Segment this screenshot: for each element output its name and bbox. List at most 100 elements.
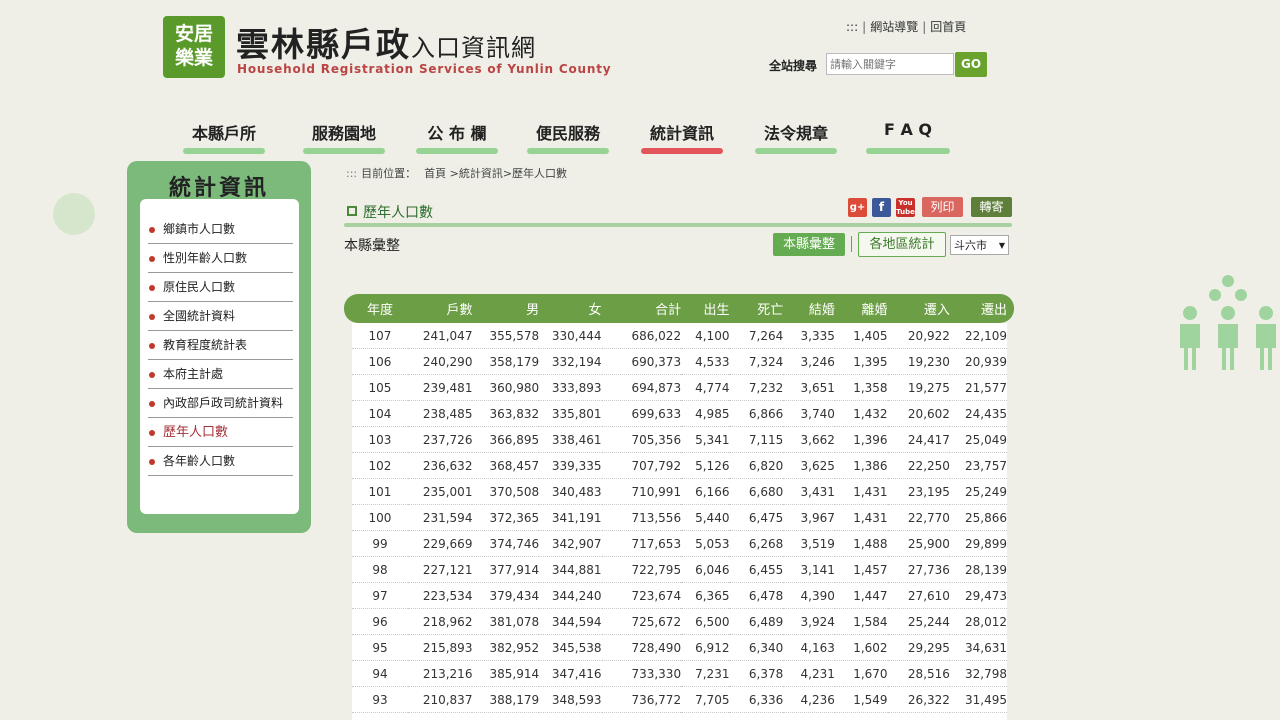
nav-label: 便民服務 (535, 124, 600, 143)
cell-year: 105 (352, 374, 408, 401)
cell-households: 239,481 (407, 374, 473, 401)
cell-births: 4,100 (681, 323, 730, 349)
cell-marriages: 3,662 (783, 426, 835, 453)
nav-label: 法令規章 (763, 124, 828, 143)
home-link[interactable]: 回首頁 (930, 20, 966, 34)
nav-underline (416, 148, 498, 154)
nav-item-statistics[interactable]: 統計資訊 (641, 120, 723, 156)
cell-births: 6,166 (681, 478, 730, 505)
cell-year: 102 (352, 452, 408, 479)
square-bullet-icon (347, 206, 357, 216)
site-title[interactable]: 雲林縣戶政入口資訊網 (236, 18, 536, 66)
cell-deaths: 6,336 (729, 686, 784, 713)
cell-move-in: 29,295 (887, 634, 950, 661)
nav-item-services[interactable]: 服務園地 (303, 120, 385, 156)
sidebar-item-gender-age[interactable]: 性別年齡人口數 (148, 244, 293, 273)
nav-label: 統計資訊 (649, 124, 714, 143)
tab-region-stats[interactable]: 各地區統計 (858, 232, 946, 257)
search-input[interactable] (826, 53, 954, 75)
site-logo-badge[interactable]: 安居 樂業 (163, 16, 225, 78)
tab-county-summary[interactable]: 本縣彙整 (773, 233, 845, 256)
cell-female: 348,593 (539, 686, 602, 713)
col-header-deaths: 死亡 (757, 303, 784, 318)
cell-male: 379,434 (472, 582, 540, 609)
cell-households: 215,893 (407, 634, 473, 661)
nav-label: 服務園地 (311, 124, 376, 143)
nav-underline (303, 148, 385, 154)
youtube-icon[interactable]: You Tube (896, 198, 915, 217)
google-plus-icon[interactable]: g+ (848, 198, 867, 217)
cell-births: 6,500 (681, 608, 730, 635)
nav-item-offices[interactable]: 本縣戶所 (183, 120, 265, 156)
cell-move-out: 25,866 (949, 504, 1007, 531)
decorative-circle (53, 193, 95, 235)
cell-divorces: 1,396 (834, 426, 888, 453)
cell-deaths: 6,475 (729, 504, 784, 531)
cell-households: 227,121 (407, 556, 473, 583)
cell-year: 99 (352, 530, 408, 557)
cell-male: 368,457 (472, 452, 540, 479)
sidebar-item-age-population[interactable]: 各年齡人口數 (148, 447, 293, 476)
cell-total: 723,674 (601, 582, 682, 609)
sidebar-item-indigenous[interactable]: 原住民人口數 (148, 273, 293, 302)
nav-item-convenience[interactable]: 便民服務 (527, 120, 609, 156)
table-header-row: 年度 戶數 男 女 合計 出生 死亡 結婚 離婚 遷入 遷出 (352, 294, 1007, 323)
table-row: 93 210,837 388,179 348,593 736,772 7,705 6,336… (352, 686, 1007, 713)
col-header-total: 合計 (655, 303, 682, 318)
cell-divorces: 1,457 (834, 556, 888, 583)
cell-households: 236,632 (407, 452, 473, 479)
sidebar-item-accounting[interactable]: 本府主計處 (148, 360, 293, 389)
cell-deaths: 6,866 (729, 400, 784, 427)
cell-move-out: 29,473 (949, 582, 1007, 609)
cell-births: 5,126 (681, 452, 730, 479)
col-header-move-out: 遷出 (980, 303, 1007, 318)
site-title-main: 雲林縣戶政 (236, 25, 411, 64)
cell-deaths: 7,264 (729, 323, 784, 349)
region-select[interactable]: 斗六市 ▼ (950, 235, 1009, 255)
table-row: 100 231,594 372,365 341,191 713,556 5,440 6,47… (352, 504, 1007, 531)
print-button[interactable]: 列印 (922, 197, 963, 217)
sidebar-item-moi-stats[interactable]: 內政部戶政司統計資料 (148, 389, 293, 418)
cell-female: 347,416 (539, 660, 602, 687)
nav-item-faq[interactable]: F A Q (866, 120, 950, 156)
nav-underline-active (641, 148, 723, 154)
sitemap-link[interactable]: 網站導覽 (870, 20, 918, 34)
cell-move-in: 19,275 (887, 374, 950, 401)
cell-households: 213,216 (407, 660, 473, 687)
sidebar-item-education[interactable]: 教育程度統計表 (148, 331, 293, 360)
table-row: 95 215,893 382,952 345,538 728,490 6,912 6,340… (352, 634, 1007, 661)
search-button[interactable]: GO (955, 52, 987, 77)
cell-deaths: 6,489 (729, 608, 784, 635)
cell-year: 98 (352, 556, 408, 583)
cell-households: 238,485 (407, 400, 473, 427)
sidebar-item-national-stats[interactable]: 全國統計資料 (148, 302, 293, 331)
cell-deaths: 6,680 (729, 478, 784, 505)
cell-move-in: 22,770 (887, 504, 950, 531)
cell-female: 339,335 (539, 452, 602, 479)
cell-total: 733,330 (601, 660, 682, 687)
cell-households: 241,047 (407, 323, 473, 349)
breadcrumb-path[interactable]: 首頁 >統計資訊>歷年人口數 (424, 167, 567, 180)
cell-male: 363,832 (472, 400, 540, 427)
sidebar-item-yearly-population[interactable]: 歷年人口數 (148, 418, 293, 447)
cell-marriages: 3,335 (783, 323, 835, 349)
cell-female: 332,194 (539, 348, 602, 375)
table-row: 105 239,481 360,980 333,893 694,873 4,774 7,23… (352, 374, 1007, 401)
top-links: ::: | 網站導覽 | 回首頁 (846, 20, 967, 34)
cell-divorces: 1,670 (834, 660, 888, 687)
nav-item-bulletin[interactable]: 公 布 欄 (416, 120, 498, 156)
cell-deaths: 6,455 (729, 556, 784, 583)
cell-deaths: 7,232 (729, 374, 784, 401)
cell-move-in: 19,230 (887, 348, 950, 375)
cell-marriages: 3,625 (783, 452, 835, 479)
cell-total: 686,022 (601, 323, 682, 349)
send-button[interactable]: 轉寄 (971, 197, 1012, 217)
facebook-icon[interactable]: f (872, 198, 891, 217)
nav-item-regulations[interactable]: 法令規章 (755, 120, 837, 156)
cell-marriages: 4,163 (783, 634, 835, 661)
cell-total: 728,490 (601, 634, 682, 661)
cell-male: 388,179 (472, 686, 540, 713)
cell-divorces: 1,395 (834, 348, 888, 375)
sidebar-item-town-population[interactable]: 鄉鎮市人口數 (148, 215, 293, 244)
cell-households: 237,726 (407, 426, 473, 453)
